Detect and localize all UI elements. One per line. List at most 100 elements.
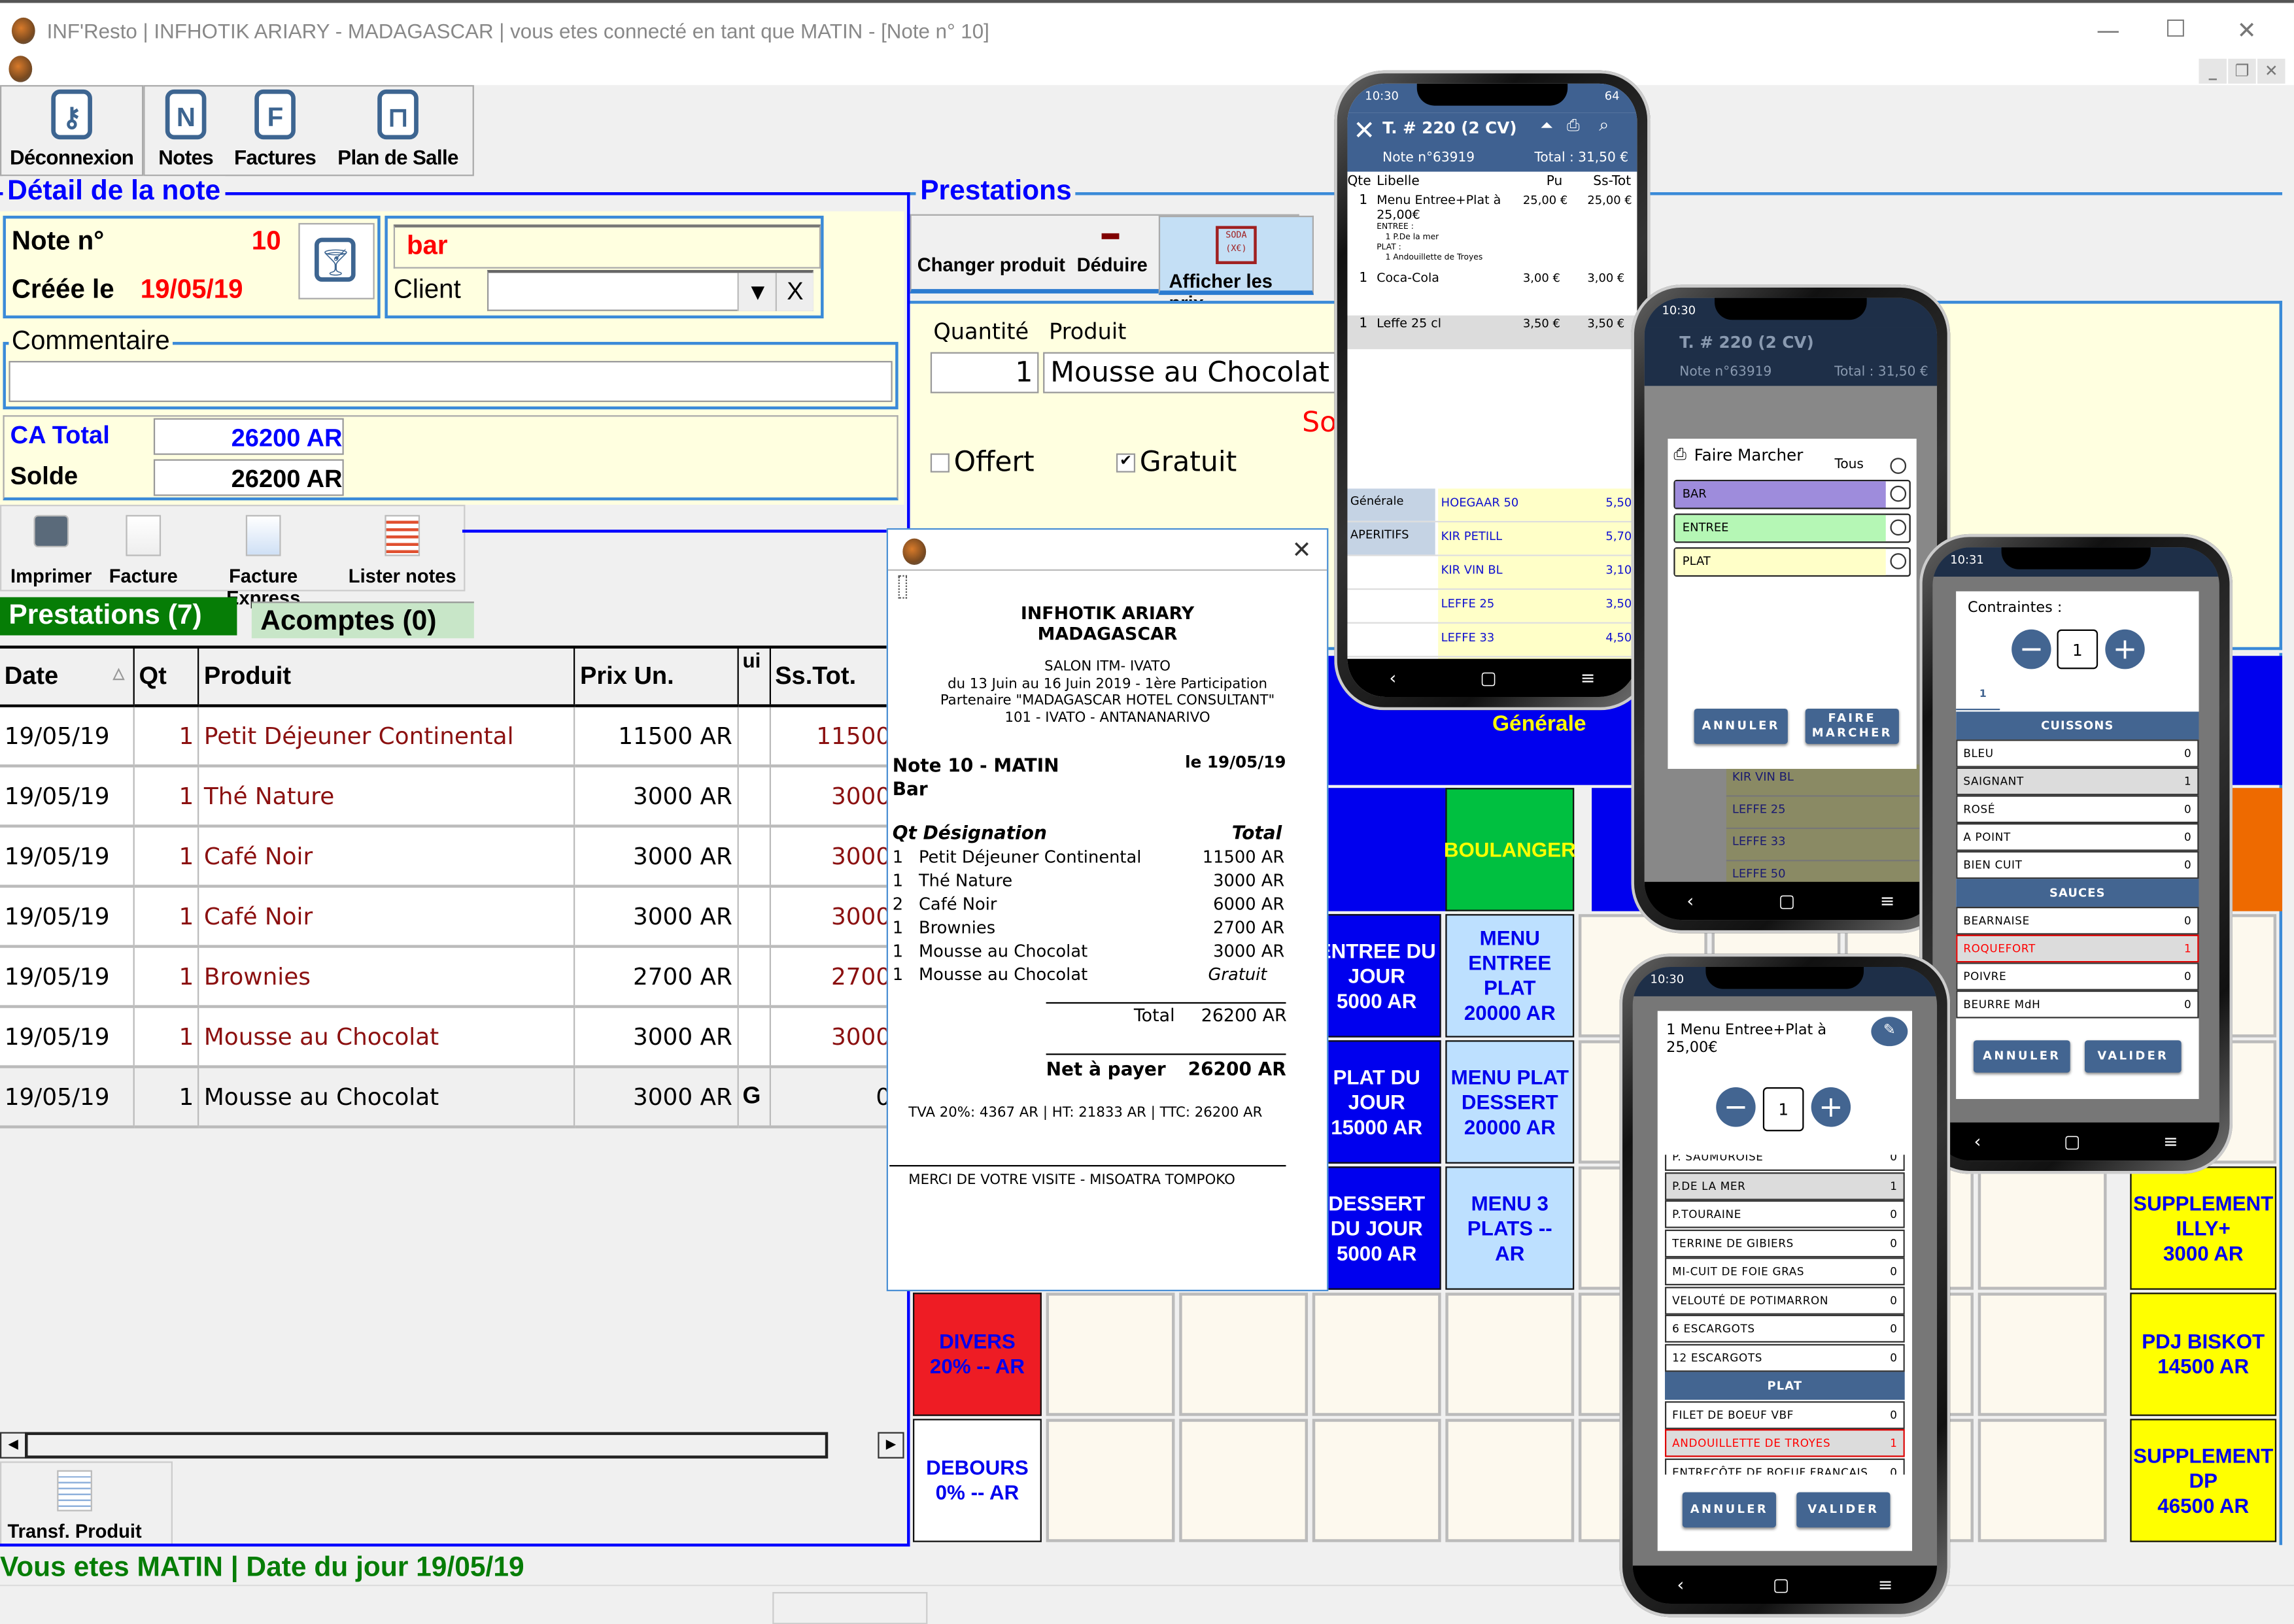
table-row[interactable]: 19/05/191Thé Nature3000 AR3000 AR	[0, 766, 887, 828]
tab-prestations[interactable]: Prestations (7)	[0, 597, 237, 635]
scroll-right-button[interactable]: ▶	[878, 1432, 904, 1459]
product-cell-empty[interactable]	[1312, 1419, 1441, 1542]
menu-option[interactable]: 6 ESCARGOTS 0	[1664, 1314, 1905, 1343]
phone4-increment-button[interactable]: +	[1811, 1087, 1851, 1127]
product-button[interactable]: BOULANGER	[1444, 788, 1576, 911]
product-button[interactable]: ENTREE DU JOUR 5000 AR	[1312, 914, 1441, 1038]
menu-option[interactable]: P. SAUMUROISE 0	[1664, 1155, 1905, 1171]
product-cell-empty[interactable]	[1445, 1293, 1575, 1416]
product-cell-empty[interactable]	[1046, 1293, 1175, 1416]
comment-input[interactable]	[9, 361, 893, 402]
phone4-back-icon[interactable]: ‹	[1677, 1574, 1684, 1595]
offert-checkbox[interactable]	[930, 453, 950, 473]
phone3-back-icon[interactable]: ‹	[1974, 1131, 1981, 1151]
phone3-menu-icon[interactable]: ≡	[2163, 1131, 2178, 1151]
edit-note-icon[interactable]: ✎	[1871, 1017, 1908, 1047]
phone4-decrement-button[interactable]: −	[1716, 1087, 1756, 1127]
phone2-home-icon[interactable]: ▢	[1779, 890, 1795, 911]
constraint-option[interactable]: BEURRE MdH 0	[1956, 990, 2199, 1019]
phone1-note-line[interactable]: 1 Leffe 25 cl 3,50 € 3,50 €	[1347, 315, 1637, 350]
phone2-annuler-button[interactable]: ANNULER	[1694, 708, 1788, 744]
constraint-option[interactable]: ROSÉ 0	[1956, 795, 2199, 824]
product-cell-empty[interactable]	[1312, 1293, 1441, 1416]
product-button[interactable]: MENU ENTREE PLAT 20000 AR	[1445, 914, 1575, 1038]
product-button[interactable]: DIVERS 20% -- AR	[913, 1293, 1042, 1416]
maximize-button[interactable]: ☐	[2165, 14, 2186, 42]
mdi-restore-button[interactable]: ❐	[2228, 58, 2256, 84]
phone1-product-row[interactable]: LEFFE 253,50 €	[1347, 590, 1637, 624]
menu-option[interactable]: P.DE LA MER 1	[1664, 1172, 1905, 1200]
location-field[interactable]: bar	[393, 224, 821, 269]
factures-button[interactable]: F Factures	[230, 89, 320, 169]
phone4-annuler-button[interactable]: ANNULER	[1682, 1492, 1776, 1528]
column-ui[interactable]: ui	[737, 648, 771, 707]
phone1-note-line[interactable]: 1 Menu Entree+Plat à 25,00€ 25,00 € 25,00 €…	[1347, 192, 1637, 270]
column-sstot[interactable]: Ss.Tot.	[770, 648, 887, 707]
tab-acomptes[interactable]: Acomptes (0)	[251, 601, 474, 639]
menu-option[interactable]: ANDOUILLETTE DE TROYES 1	[1664, 1429, 1905, 1457]
product-cell-orange[interactable]	[2227, 788, 2283, 911]
phone4-home-icon[interactable]: ▢	[1773, 1574, 1789, 1595]
menu-option[interactable]: MI-CUIT DE FOIE GRAS 0	[1664, 1257, 1905, 1286]
mdi-minimize-button[interactable]: _	[2199, 58, 2227, 84]
quantite-input[interactable]: 1	[930, 352, 1039, 394]
product-cell-empty[interactable]	[1046, 1419, 1175, 1542]
client-combobox[interactable]: ▼ X	[487, 269, 813, 311]
facture-express-button[interactable]: Facture Express	[192, 515, 335, 609]
product-button[interactable]: SUPPLEMENT DP 46500 AR	[2130, 1419, 2277, 1542]
mdi-close-button[interactable]: ✕	[2257, 58, 2285, 84]
scrollbar-thumb[interactable]	[25, 1432, 829, 1459]
product-button[interactable]: MENU PLAT DESSERT 20000 AR	[1445, 1040, 1575, 1164]
product-button[interactable]: DEBOURS 0% -- AR	[913, 1419, 1042, 1542]
plan-de-salle-button[interactable]: ⊓ Plan de Salle	[332, 89, 464, 169]
column-qt[interactable]: Qt	[133, 648, 200, 707]
phone4-valider-button[interactable]: VALIDER	[1796, 1492, 1891, 1528]
imprimer-button[interactable]: Imprimer	[6, 515, 97, 587]
menu-icon[interactable]: ≡	[1581, 668, 1596, 688]
table-row[interactable]: 19/05/191Brownies2700 AR2700 AR	[0, 946, 887, 1008]
product-cell-empty[interactable]	[1179, 1419, 1309, 1542]
quantity-stepper-value[interactable]: 1	[2057, 629, 2098, 669]
afficher-prix-button[interactable]: SODA (X€) Afficher les prix	[1158, 215, 1314, 314]
search-icon[interactable]: ⌕	[1599, 114, 1609, 137]
product-cell-empty[interactable]	[1179, 1293, 1309, 1416]
constraint-option[interactable]: POIVRE 0	[1956, 962, 2199, 990]
menu-option[interactable]: TERRINE DE GIBIERS 0	[1664, 1228, 1905, 1257]
deduire-button[interactable]: Déduire	[1077, 254, 1148, 276]
option-radio[interactable]	[1890, 519, 1907, 536]
option-radio[interactable]	[1890, 553, 1907, 569]
phone1-product-row[interactable]: KIR VIN BL3,10 €	[1347, 556, 1637, 590]
phone1-product-row[interactable]: LEFFE 334,50 €	[1347, 623, 1637, 658]
notes-button[interactable]: N Notes	[154, 89, 218, 169]
phone3-home-icon[interactable]: ▢	[2064, 1131, 2080, 1151]
option-radio[interactable]	[1890, 485, 1907, 502]
phone1-product-row[interactable]: APERITIFSKIR PETILL5,70 €	[1347, 522, 1637, 556]
constraint-option[interactable]: A POINT 0	[1956, 823, 2199, 851]
home-icon[interactable]: ▢	[1480, 668, 1496, 688]
client-clear-button[interactable]: X	[775, 273, 813, 311]
transf-produit-button[interactable]: Transf. Produit	[5, 1470, 145, 1542]
table-row[interactable]: 19/05/191Mousse au Chocolat3000 ARG0 AR	[0, 1065, 887, 1128]
table-row[interactable]: 19/05/19 1 Petit Déjeuner Continental 11500…	[0, 705, 887, 768]
product-button[interactable]: PLAT DU JOUR 15000 AR	[1312, 1040, 1441, 1164]
print-icon[interactable]: ⎙	[1567, 116, 1580, 136]
table-row[interactable]: 19/05/191Café Noir3000 AR3000 AR	[0, 826, 887, 888]
constraint-option[interactable]: BEARNAISE 0	[1956, 906, 2199, 935]
phone3-valider-button[interactable]: VALIDER	[2085, 1040, 2182, 1073]
menu-option[interactable]: 12 ESCARGOTS 0	[1664, 1343, 1905, 1372]
faire-marcher-option[interactable]: ENTREE	[1673, 513, 1911, 543]
column-produit[interactable]: Produit	[199, 648, 576, 707]
gratuit-checkbox[interactable]: ✔	[1116, 453, 1136, 473]
faire-marcher-option[interactable]: PLAT	[1673, 547, 1911, 577]
changer-produit-button[interactable]: Changer produit	[917, 254, 1065, 276]
close-button[interactable]: ✕	[2237, 16, 2257, 44]
menu-option[interactable]: P.TOURAINE 0	[1664, 1200, 1905, 1228]
product-cell-empty[interactable]	[1445, 1419, 1575, 1542]
product-cell-empty[interactable]	[1977, 1293, 2107, 1416]
tous-radio[interactable]	[1890, 458, 1907, 474]
phone1-product-row[interactable]: GénéraleHOEGAAR 505,50 €	[1347, 488, 1637, 522]
product-button[interactable]: PDJ BISKOT 14500 AR	[2130, 1293, 2277, 1416]
faire-marcher-button[interactable]: FAIRE MARCHER	[1805, 708, 1899, 744]
menu-option[interactable]: FILET DE BOEUF VBF 0	[1664, 1400, 1905, 1429]
client-dropdown-button[interactable]: ▼	[737, 273, 777, 311]
